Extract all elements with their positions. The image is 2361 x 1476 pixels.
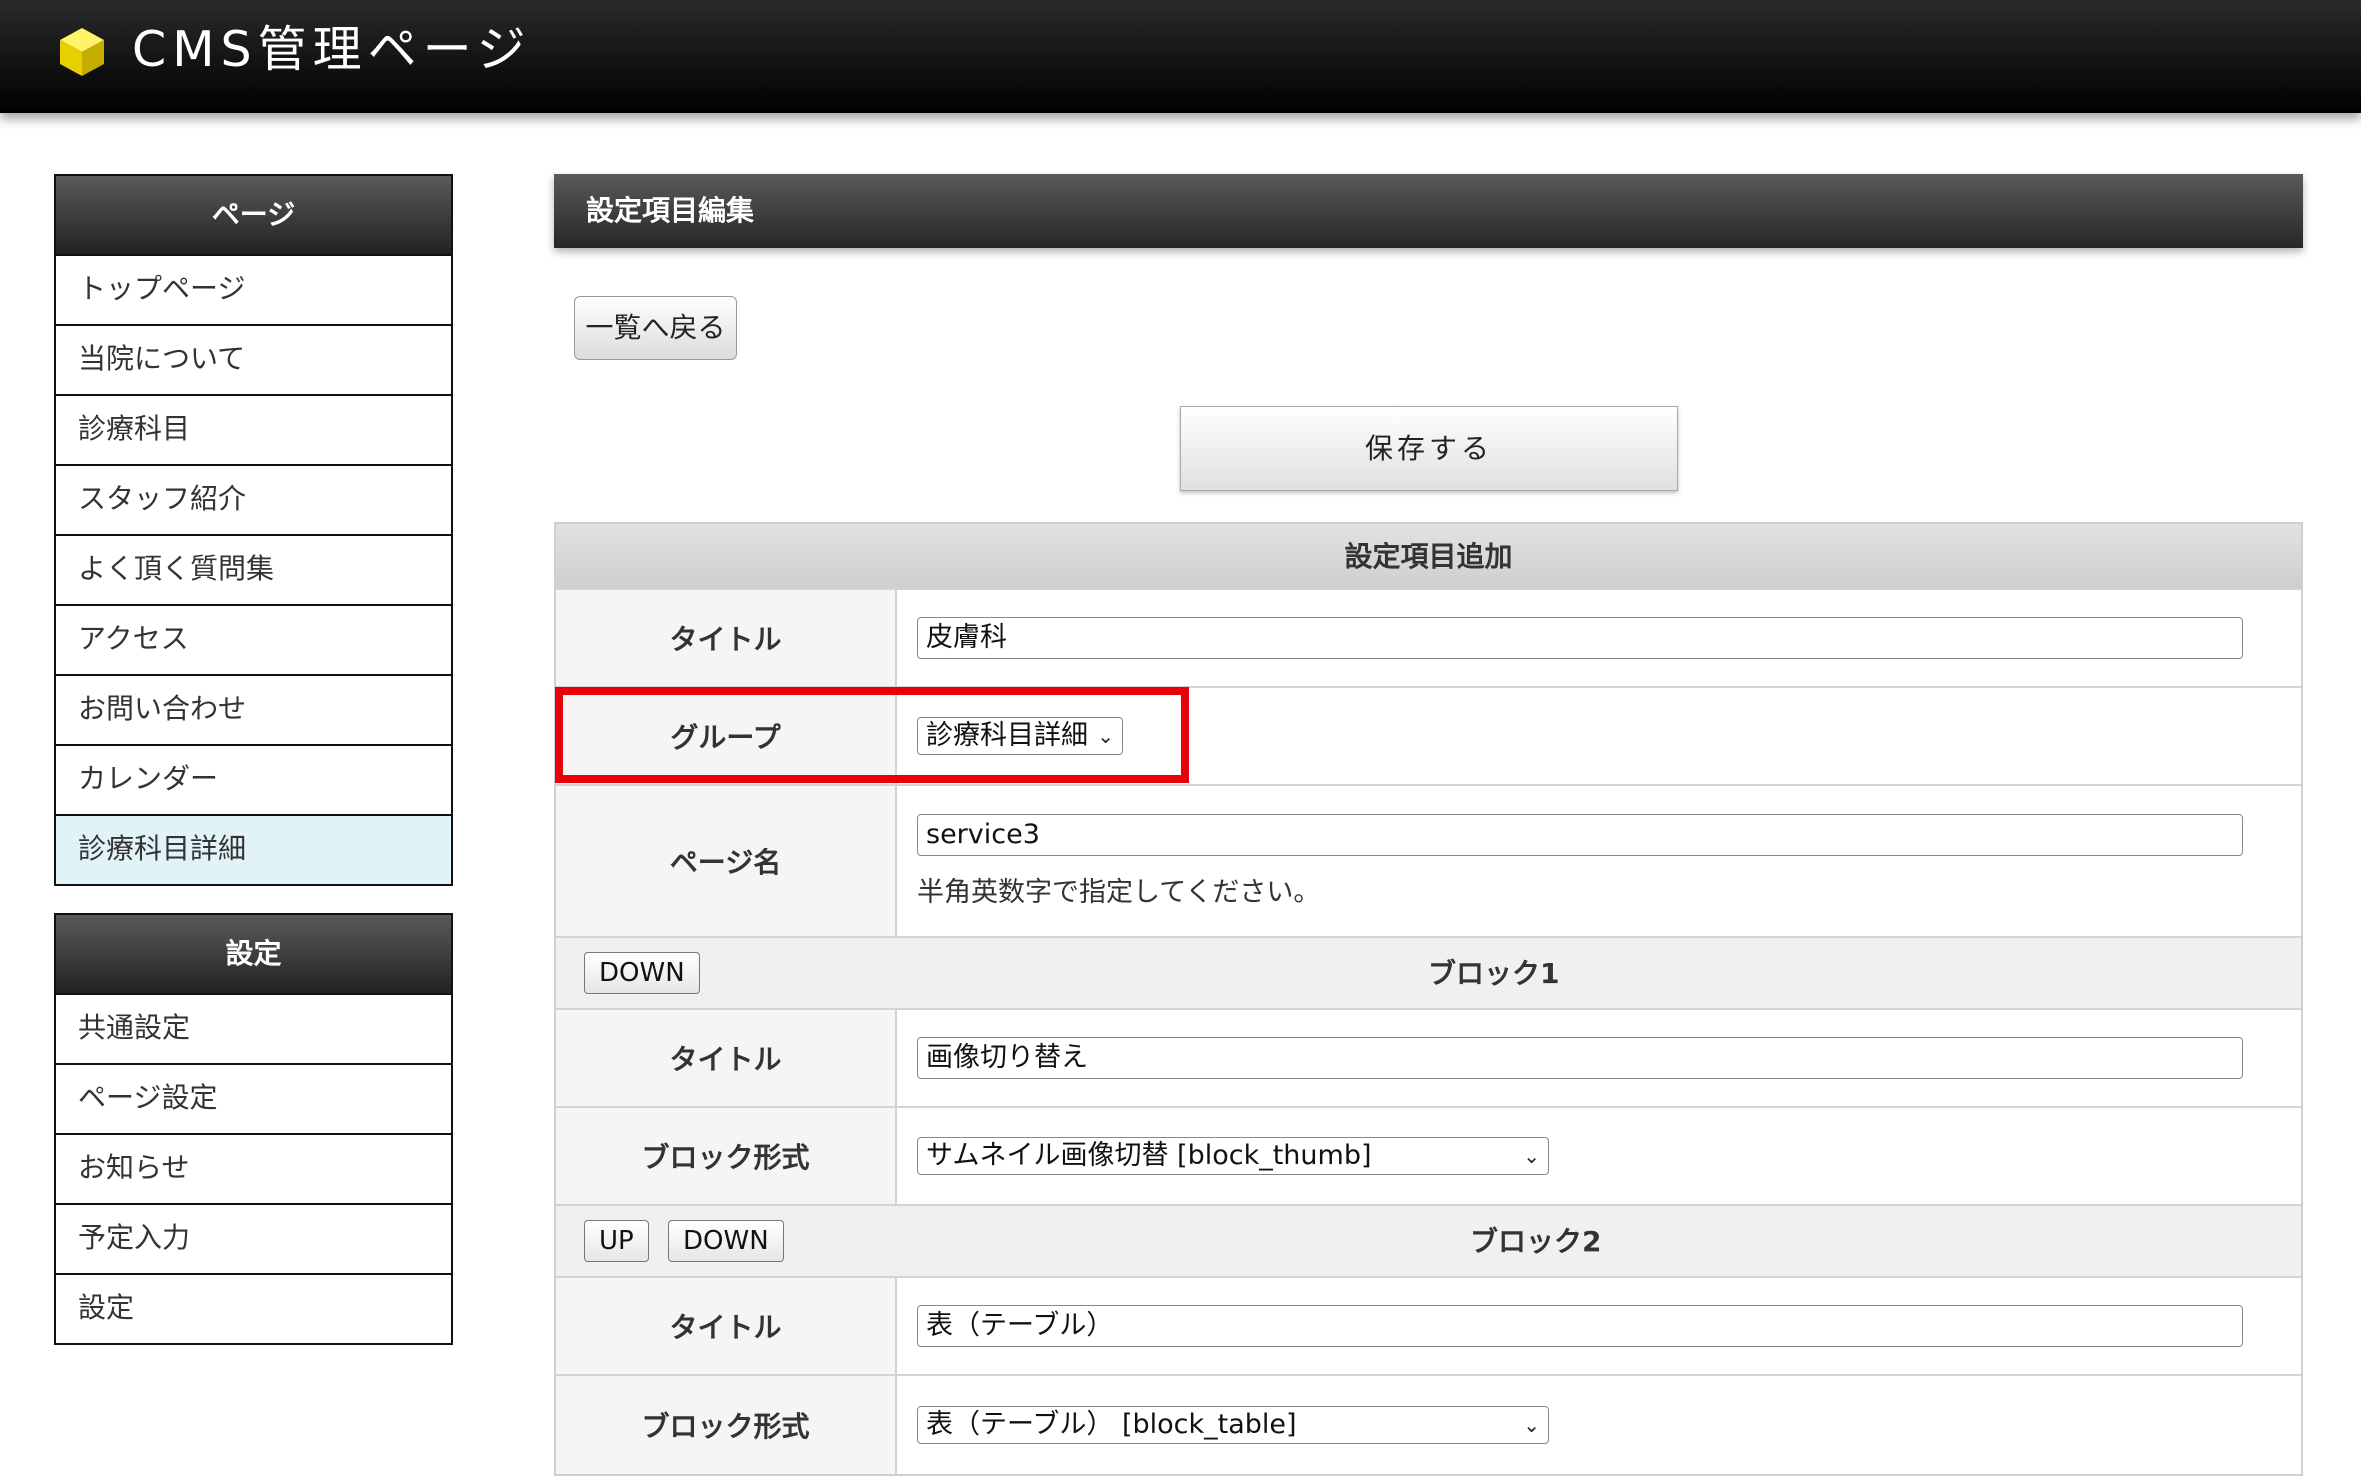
- block-2-up-button[interactable]: UP: [584, 1220, 649, 1262]
- sidebar-item-top[interactable]: トップページ: [56, 254, 451, 324]
- block-2-type-label: ブロック形式: [556, 1376, 897, 1474]
- sidebar-item-about[interactable]: 当院について: [56, 324, 451, 394]
- sidebar-item-access[interactable]: アクセス: [56, 604, 451, 674]
- group-select[interactable]: 診療科目詳細 ⌄: [917, 717, 1123, 755]
- block-2-row-type: ブロック形式 表（テーブル） [block_table] ⌄: [556, 1376, 2301, 1474]
- sidebar-pages-heading: ページ: [56, 176, 451, 254]
- block-2-type-value: 表（テーブル） [block_table]: [926, 1409, 1297, 1440]
- form-row-title: タイトル 皮膚科: [556, 590, 2301, 688]
- settings-form: 設定項目追加 タイトル 皮膚科 グループ 診療科目詳細 ⌄ ページ名 servi…: [554, 522, 2303, 1476]
- block-2-title-label: タイトル: [556, 1278, 897, 1374]
- block-1-row-title: タイトル 画像切り替え: [556, 1010, 2301, 1108]
- sidebar-item-settings[interactable]: 設定: [56, 1273, 451, 1343]
- page-title: 設定項目編集: [554, 174, 2303, 248]
- sidebar-item-faq[interactable]: よく頂く質問集: [56, 534, 451, 604]
- form-row-group: グループ 診療科目詳細 ⌄: [556, 688, 2301, 786]
- app-header: CMS管理ページ: [0, 0, 2361, 113]
- page-name-input[interactable]: service3: [917, 813, 2243, 856]
- sidebar-item-contact[interactable]: お問い合わせ: [56, 674, 451, 744]
- block-1-title-label: タイトル: [556, 1010, 897, 1106]
- block-1-type-value: サムネイル画像切替 [block_thumb]: [926, 1140, 1372, 1171]
- block-2-header: UP DOWN ブロック2: [556, 1206, 2301, 1278]
- block-2-title-input[interactable]: 表（テーブル）: [917, 1305, 2243, 1347]
- block-1-header: DOWN ブロック1: [556, 938, 2301, 1010]
- title-label: タイトル: [556, 590, 897, 686]
- group-label: グループ: [556, 688, 897, 784]
- chevron-down-icon: ⌄: [1523, 1413, 1540, 1437]
- chevron-down-icon: ⌄: [1097, 724, 1114, 748]
- title-input[interactable]: 皮膚科: [917, 617, 2243, 659]
- sidebar-item-calendar[interactable]: カレンダー: [56, 744, 451, 814]
- block-2-row-title: タイトル 表（テーブル）: [556, 1278, 2301, 1376]
- block-1-type-label: ブロック形式: [556, 1108, 897, 1204]
- block-1-title-input[interactable]: 画像切り替え: [917, 1037, 2243, 1079]
- block-2-down-button[interactable]: DOWN: [668, 1220, 784, 1262]
- sidebar-settings-heading: 設定: [56, 915, 451, 993]
- page-name-hint: 半角英数字で指定してください。: [917, 876, 1321, 908]
- sidebar-item-schedule[interactable]: 予定入力: [56, 1203, 451, 1273]
- sidebar-item-staff[interactable]: スタッフ紹介: [56, 464, 451, 534]
- sidebar-item-department-details[interactable]: 診療科目詳細: [56, 814, 451, 884]
- block-2-type-select[interactable]: 表（テーブル） [block_table] ⌄: [917, 1406, 1549, 1444]
- group-select-value: 診療科目詳細: [926, 720, 1088, 751]
- cube-logo-icon: [60, 28, 104, 76]
- page-name-label: ページ名: [556, 786, 897, 936]
- form-section-title: 設定項目追加: [556, 524, 2301, 590]
- block-1-title: ブロック1: [1428, 957, 1560, 990]
- sidebar-item-news[interactable]: お知らせ: [56, 1133, 451, 1203]
- sidebar-item-common-settings[interactable]: 共通設定: [56, 993, 451, 1063]
- block-1-type-select[interactable]: サムネイル画像切替 [block_thumb] ⌄: [917, 1137, 1549, 1175]
- chevron-down-icon: ⌄: [1523, 1144, 1540, 1168]
- save-button[interactable]: 保存する: [1180, 406, 1678, 491]
- sidebar-item-page-settings[interactable]: ページ設定: [56, 1063, 451, 1133]
- block-1-row-type: ブロック形式 サムネイル画像切替 [block_thumb] ⌄: [556, 1108, 2301, 1206]
- sidebar-pages: ページ トップページ 当院について 診療科目 スタッフ紹介 よく頂く質問集 アク…: [54, 174, 453, 886]
- block-2-title: ブロック2: [1470, 1225, 1602, 1258]
- app-title: CMS管理ページ: [132, 21, 532, 78]
- sidebar-settings: 設定 共通設定 ページ設定 お知らせ 予定入力 設定: [54, 913, 453, 1345]
- form-row-page-name: ページ名 service3 半角英数字で指定してください。: [556, 786, 2301, 938]
- sidebar-item-departments[interactable]: 診療科目: [56, 394, 451, 464]
- back-to-list-button[interactable]: 一覧へ戻る: [574, 296, 737, 360]
- block-1-down-button[interactable]: DOWN: [584, 952, 700, 994]
